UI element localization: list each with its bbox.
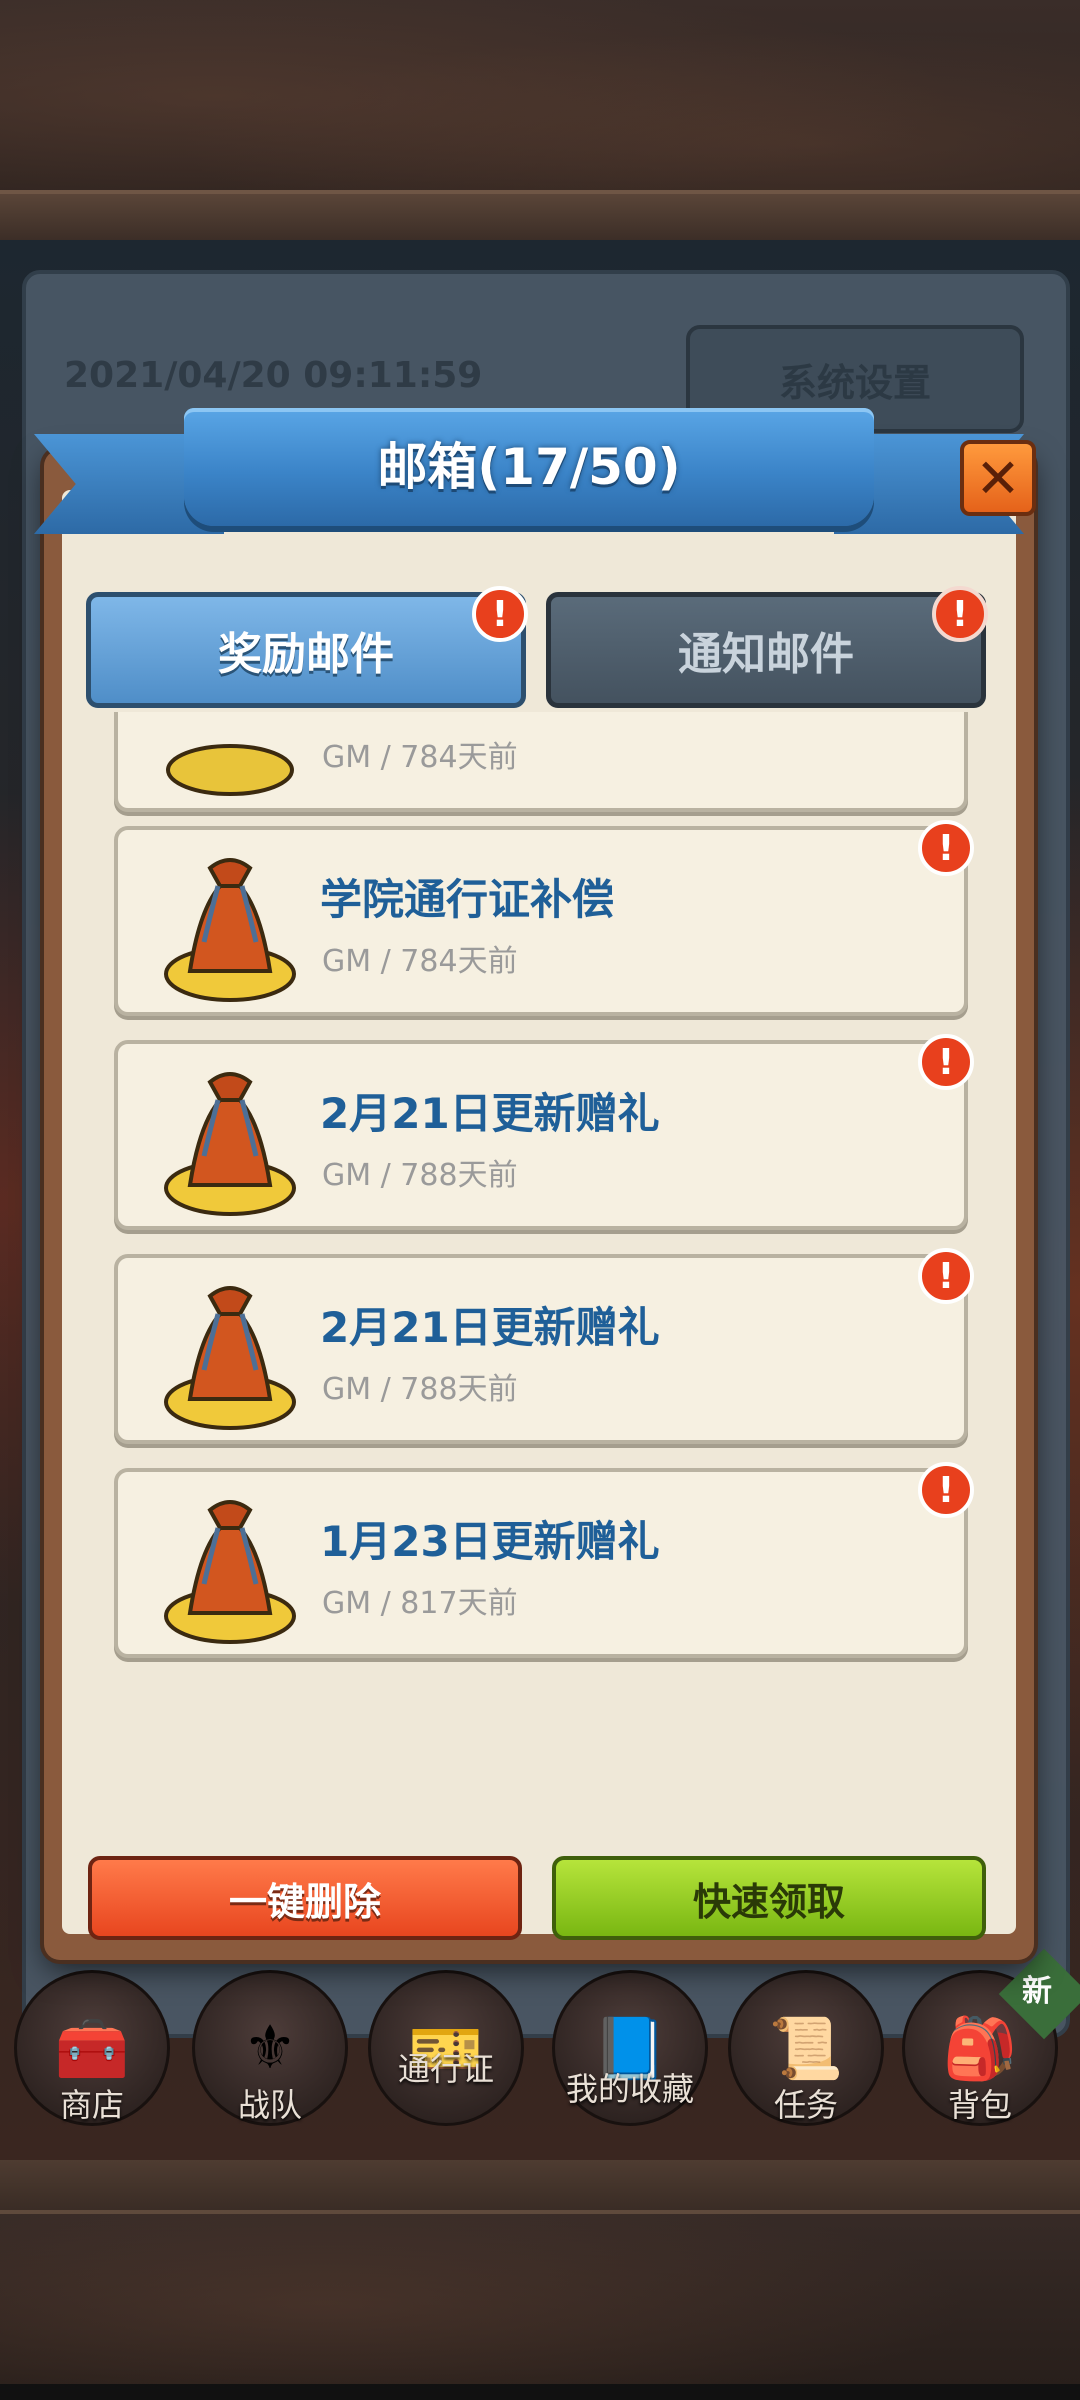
mail-list[interactable]: GM / 784天前 学院通行证补偿 GM / 784天前 ! 2月21日更新赠… <box>0 712 1080 1842</box>
mail-item[interactable]: 学院通行证补偿 GM / 784天前 ! <box>114 820 974 1016</box>
mail-title: 2月21日更新赠礼 <box>320 1303 660 1352</box>
mail-meta: GM / 784天前 <box>322 740 518 775</box>
alert-icon: ! <box>472 586 528 642</box>
nav-shop[interactable]: 🧰 商店 <box>12 1970 172 2126</box>
mail-meta: GM / 817天前 <box>322 1586 518 1621</box>
mail-item[interactable]: 1月23日更新赠礼 GM / 817天前 ! <box>114 1462 974 1658</box>
reward-bag-icon <box>164 858 296 1002</box>
coin-icon <box>166 744 294 796</box>
close-button[interactable]: ✕ <box>960 440 1036 516</box>
nav-label-team: 战队 <box>237 2086 302 2124</box>
new-badge: 新 <box>1022 1974 1052 2009</box>
mail-item[interactable]: GM / 784天前 <box>114 712 968 812</box>
alert-icon: ! <box>918 1034 974 1090</box>
nav-label-shop: 商店 <box>59 2086 124 2124</box>
mail-item[interactable]: 2月21日更新赠礼 GM / 788天前 ! <box>114 1034 974 1230</box>
bottom-wood-frame <box>0 2160 1080 2400</box>
nav-label-pass: 通行证 <box>397 2050 494 2088</box>
mail-item[interactable]: 2月21日更新赠礼 GM / 788天前 ! <box>114 1248 974 1444</box>
nav-label-collection: 我的收藏 <box>565 2070 694 2108</box>
date-time-text: 2021/04/20 09:11:59 <box>64 355 483 396</box>
mail-title: 学院通行证补偿 <box>320 875 615 924</box>
nav-pass[interactable]: 🎫 通行证 <box>366 1970 526 2126</box>
alert-icon: ! <box>932 586 988 642</box>
alert-icon: ! <box>918 1462 974 1518</box>
reward-bag-icon <box>164 1286 296 1430</box>
mailbox-title: 邮箱(17/50) <box>377 438 681 496</box>
tab-notice-mail[interactable]: 通知邮件 <box>546 592 986 708</box>
nav-label-tasks: 任务 <box>773 2086 838 2124</box>
mail-meta: GM / 788天前 <box>322 1158 518 1193</box>
mail-title: 1月23日更新赠礼 <box>320 1517 660 1566</box>
mail-meta: GM / 788天前 <box>322 1372 518 1407</box>
top-wood-frame <box>0 0 1080 240</box>
close-icon: ✕ <box>975 446 1021 510</box>
nav-tasks[interactable]: 📜 任务 <box>726 1970 886 2126</box>
alert-icon: ! <box>918 820 974 876</box>
mail-meta: GM / 784天前 <box>322 944 518 979</box>
tab-reward-mail[interactable]: 奖励邮件 <box>86 592 526 708</box>
mail-title: 2月21日更新赠礼 <box>320 1089 660 1138</box>
alert-icon: ! <box>918 1248 974 1304</box>
nav-team[interactable]: ⚜ 战队 <box>190 1970 350 2126</box>
reward-bag-icon <box>164 1500 296 1644</box>
mailbox-title-ribbon: 邮箱(17/50) <box>34 408 1024 538</box>
reward-bag-icon <box>164 1072 296 1216</box>
nav-collection[interactable]: 📘 我的收藏 <box>540 1970 720 2126</box>
quick-claim-button[interactable]: 快速领取 <box>552 1856 986 1940</box>
nav-label-backpack: 背包 <box>947 2086 1012 2124</box>
delete-all-button[interactable]: 一键删除 <box>88 1856 522 1940</box>
navigation-bar <box>0 2384 1080 2400</box>
